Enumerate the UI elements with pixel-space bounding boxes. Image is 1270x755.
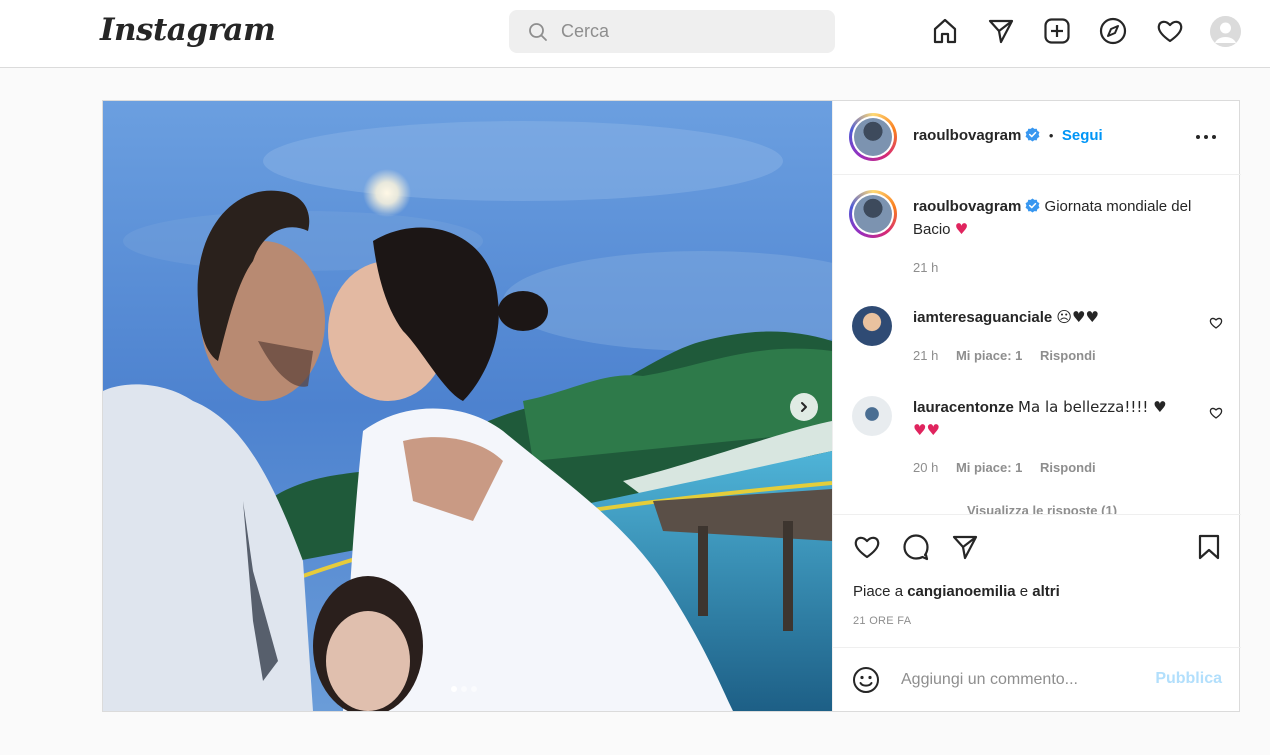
caption-time[interactable]: 21 h [913,260,938,275]
post-sidebar: raoulbovagram • Segui raoulbovagram Gior… [832,101,1241,711]
author-username[interactable]: raoulbovagram [913,127,1021,144]
share-icon[interactable] [951,533,979,561]
carousel-dot [471,686,477,692]
likes-user[interactable]: cangianoemilia [907,583,1015,600]
view-replies-link[interactable]: Visualizza le risposte (1) [967,503,1117,514]
comment-icon[interactable] [902,533,930,561]
comment-username[interactable]: iamteresaguanciale [913,309,1052,326]
post-header: raoulbovagram • Segui [833,101,1241,175]
like-comment-icon[interactable] [1209,406,1223,420]
comment-username[interactable]: lauracentonze [913,399,1014,416]
instagram-logo[interactable]: Instagram [100,12,276,48]
direct-icon[interactable] [986,16,1016,46]
add-comment-bar: Pubblica [833,647,1241,711]
carousel-dot [461,686,467,692]
comment-input[interactable] [901,660,1141,700]
comment-meta: 20 h Mi piace: 1 Rispondi [913,460,1110,475]
reply-button[interactable]: Rispondi [1040,348,1096,363]
comment-text: lauracentonze Ma la bellezza!!!! ♥ ♥♥ [913,396,1203,442]
caption-username[interactable]: raoulbovagram [913,198,1021,215]
comment-likes[interactable]: Mi piace: 1 [956,348,1022,363]
more-icon [1196,135,1216,139]
red-heart-emoji: ♥ [954,220,969,238]
carousel-next-button[interactable] [790,393,818,421]
carousel-dot [451,686,457,692]
comment-row: iamteresaguanciale ☹♥♥ 21 h Mi piace: 1 … [833,304,1241,374]
new-post-icon[interactable] [1042,16,1072,46]
search-box[interactable] [509,10,835,53]
likes-prefix: Piace a [853,583,908,600]
chevron-right-icon [801,402,807,412]
like-comment-icon[interactable] [1209,316,1223,330]
search-input[interactable] [561,10,821,53]
comment-time[interactable]: 21 h [913,348,938,363]
comment-time[interactable]: 20 h [913,460,938,475]
post-photo[interactable] [103,101,832,711]
verified-badge-icon [1025,198,1040,213]
reply-button[interactable]: Rispondi [1040,460,1096,475]
post-actions: Piace a cangianoemilia e altri 21 ORE FA [833,514,1241,647]
likes-suffix: e [1015,583,1033,600]
post-card: raoulbovagram • Segui raoulbovagram Gior… [102,100,1241,712]
emoji-icon[interactable] [852,666,880,694]
comment-text: iamteresaguanciale ☹♥♥ [913,306,1203,329]
home-icon[interactable] [930,16,960,46]
explore-icon[interactable] [1098,16,1128,46]
carousel-indicator [451,686,477,692]
post-header-info: raoulbovagram • Segui [913,127,1103,145]
save-bookmark-icon[interactable] [1196,533,1222,561]
comment-body: Ma la bellezza!!!! ♥ [1018,398,1167,416]
publish-button[interactable]: Pubblica [1155,670,1222,688]
caption-meta: 21 h [913,260,952,275]
separator-dot: • [1048,128,1054,143]
caption-avatar[interactable] [849,190,897,238]
likes-others[interactable]: altri [1032,583,1060,600]
search-icon [529,23,547,41]
commenter-avatar[interactable] [852,396,892,436]
comment-body-line2: ♥♥ [913,421,940,439]
caption-row: raoulbovagram Giornata mondiale del Baci… [833,190,1241,290]
profile-avatar[interactable] [1210,16,1241,47]
author-avatar[interactable] [849,113,897,161]
photo-scene [103,101,832,711]
commenter-avatar[interactable] [852,306,892,346]
post-timestamp[interactable]: 21 ORE FA [853,615,911,627]
more-options-button[interactable] [1195,127,1217,145]
comment-likes[interactable]: Mi piace: 1 [956,460,1022,475]
verified-badge-icon [1025,127,1040,142]
comment-meta: 21 h Mi piace: 1 Rispondi [913,348,1110,363]
top-navigation-bar: Instagram [0,0,1270,68]
comment-row: lauracentonze Ma la bellezza!!!! ♥ ♥♥ 20… [833,394,1241,484]
comments-section: raoulbovagram Giornata mondiale del Baci… [833,176,1241,514]
follow-button[interactable]: Segui [1062,127,1103,144]
like-icon[interactable] [853,533,881,561]
caption-text: raoulbovagram Giornata mondiale del Baci… [913,196,1203,241]
likes-summary: Piace a cangianoemilia e altri [853,583,1060,600]
activity-heart-icon[interactable] [1155,16,1185,46]
comment-body: ☹♥♥ [1056,308,1099,326]
